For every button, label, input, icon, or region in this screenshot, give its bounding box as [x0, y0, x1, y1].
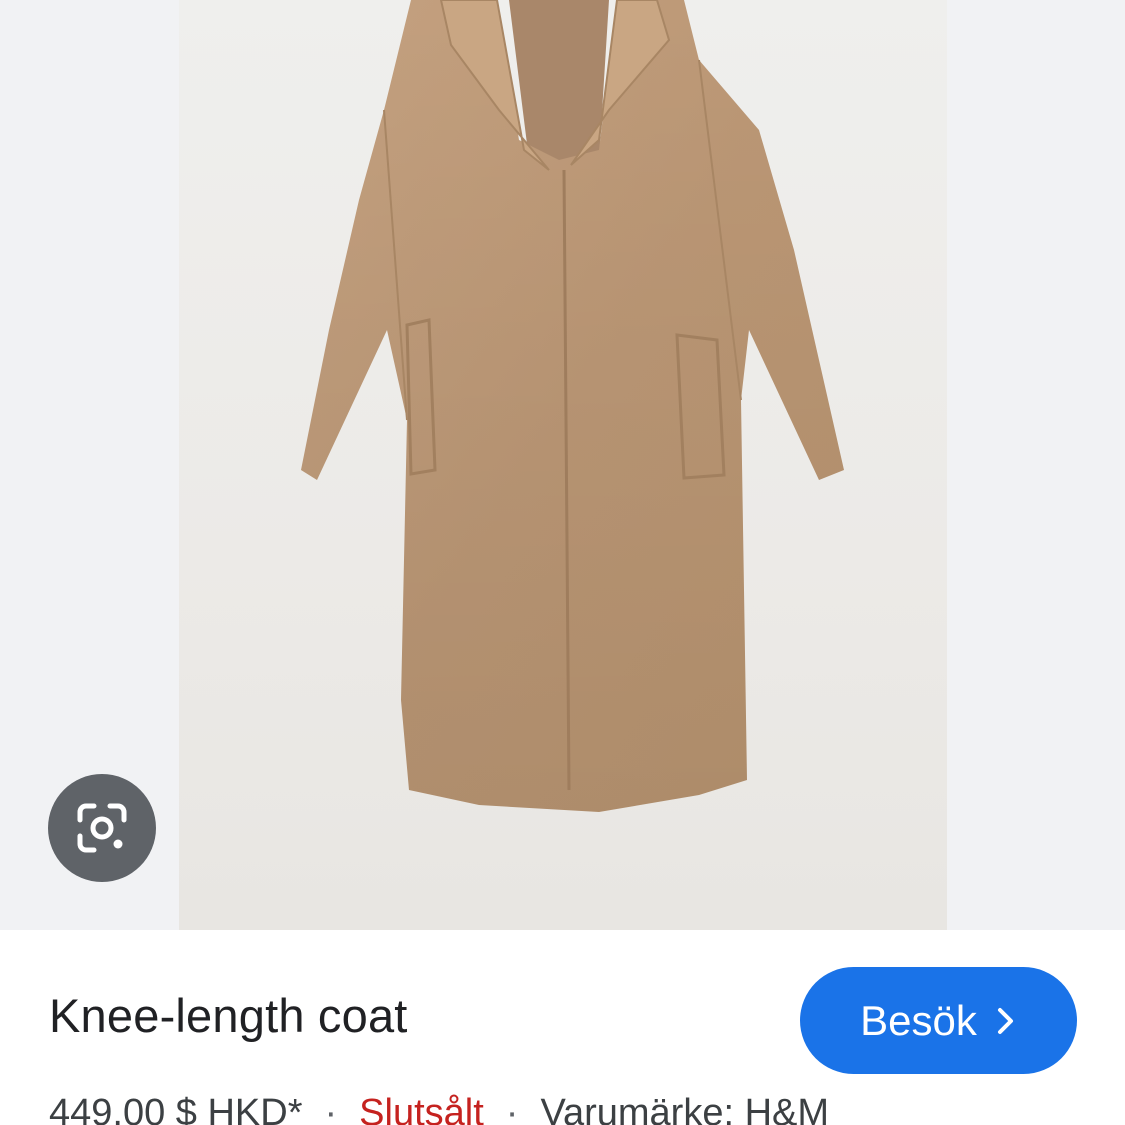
image-panel: [0, 0, 1125, 930]
visit-button-label: Besök: [860, 996, 977, 1044]
meta-separator: ·: [505, 1092, 519, 1125]
product-viewer: Knee-length coat Besök 449,00 $ HKD* · S…: [0, 0, 1125, 1125]
chevron-right-icon: [997, 1007, 1013, 1034]
google-lens-icon: [77, 803, 127, 853]
product-image[interactable]: [179, 0, 947, 930]
product-brand: Varumärke: H&M: [540, 1092, 830, 1125]
availability-status: Slutsålt: [359, 1092, 484, 1125]
coat-illustration: [301, 0, 844, 812]
product-title: Knee-length coat: [49, 989, 408, 1042]
product-info-panel: Knee-length coat Besök 449,00 $ HKD* · S…: [0, 930, 1125, 1125]
product-price: 449,00 $ HKD*: [49, 1092, 303, 1125]
google-lens-button[interactable]: [48, 774, 156, 882]
visit-button[interactable]: Besök: [800, 967, 1077, 1074]
product-meta: 449,00 $ HKD* · Slutsålt · Varumärke: H&…: [49, 1092, 829, 1125]
meta-separator: ·: [324, 1092, 338, 1125]
